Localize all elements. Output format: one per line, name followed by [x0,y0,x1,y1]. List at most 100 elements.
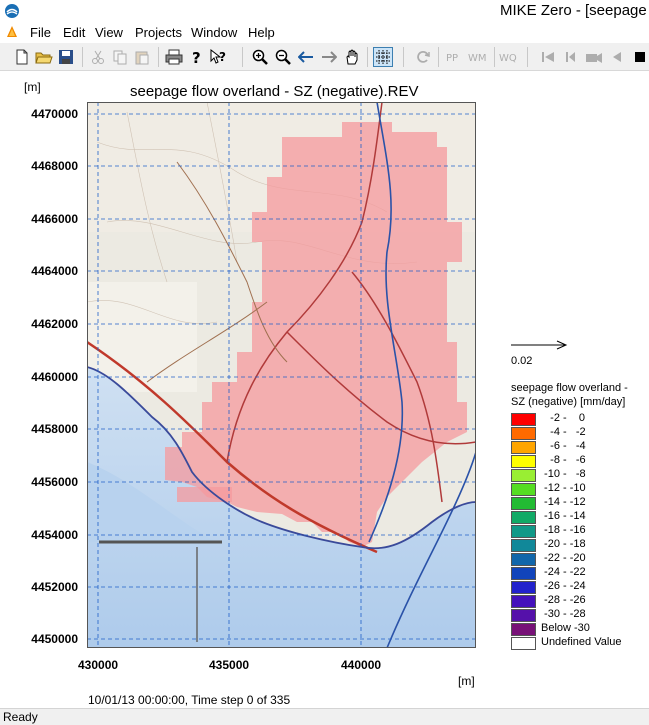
y-tick-label: 4468000 [31,159,78,173]
toolbar-separator [403,47,404,67]
copy-icon[interactable] [110,47,130,67]
y-tick-label: 4462000 [31,317,78,331]
legend-swatch [511,581,536,594]
legend-label: -18 - -16 [541,524,586,536]
legend-swatch [511,609,536,622]
legend-label: -2 - 0 [541,412,586,424]
svg-text:WQ: WQ [499,53,517,64]
hand-icon[interactable] [342,47,362,67]
toolbar-separator [242,47,243,67]
time-step-label: 10/01/13 00:00:00, Time step 0 of 335 [88,693,291,707]
legend-swatch [511,455,536,468]
y-tick-label: 4450000 [31,632,78,646]
legend-subtitle: SZ (negative) [mm/day] [511,396,626,408]
toolbar-separator [158,47,159,67]
y-tick-label: 4460000 [31,370,78,384]
legend-swatch [511,413,536,426]
plot-title: seepage flow overland - SZ (negative).RE… [130,83,419,100]
y-axis-unit: [m] [24,80,41,94]
legend-label: -24 - -22 [541,566,586,578]
toolbar-separator [527,47,528,67]
legend-label: -22 - -20 [541,552,586,564]
legend-swatch [511,497,536,510]
y-tick-label: 4454000 [31,528,78,542]
vector-scale-arrow [511,340,568,350]
y-tick-label: 4464000 [31,264,78,278]
legend-label: -28 - -26 [541,594,586,606]
open-folder-icon[interactable] [34,47,54,67]
previous-frame-icon[interactable] [561,47,581,67]
toolbar-separator [438,47,439,67]
legend-swatch [511,469,536,482]
toolbar-separator [367,47,368,67]
paste-icon[interactable] [132,47,152,67]
title-bar: MIKE Zero - [seepage f [0,0,649,22]
legend-label: -10 - -8 [541,468,586,480]
play-back-icon[interactable] [607,47,627,67]
zoom-next-icon[interactable] [319,47,339,67]
window-title: MIKE Zero - [seepage f [500,2,649,19]
document-icon[interactable] [5,25,19,39]
menu-window[interactable]: Window [191,25,237,40]
menu-edit[interactable]: Edit [63,25,85,40]
legend-label: Undefined Value [541,636,622,648]
help-icon[interactable]: ? [186,47,206,67]
vector-scale-value: 0.02 [511,355,533,367]
legend-swatch [511,595,536,608]
menu-bar: File Edit View Projects Window Help [0,22,649,43]
legend-swatch [511,525,536,538]
svg-text:PP: PP [446,53,458,64]
printer-icon[interactable] [164,47,184,67]
svg-text:?: ? [192,49,201,65]
legend-label: -26 - -24 [541,580,586,592]
menu-projects[interactable]: Projects [135,25,182,40]
map-area[interactable] [87,102,476,648]
legend-swatch [511,553,536,566]
y-tick-label: 4456000 [31,475,78,489]
y-tick-label: 4452000 [31,580,78,594]
x-tick-label: 440000 [341,658,382,672]
legend-swatch [511,567,536,580]
legend-swatch [511,441,536,454]
legend-label: -8 - -6 [541,454,586,466]
svg-text:WM: WM [468,53,487,64]
context-help-icon[interactable]: ? [208,47,228,67]
y-tick-label: 4458000 [31,422,78,436]
save-icon[interactable] [56,47,76,67]
cut-icon[interactable] [88,47,108,67]
menu-view[interactable]: View [95,25,123,40]
legend-label: -14 - -12 [541,496,586,508]
legend-label: -12 - -10 [541,482,586,494]
legend-swatch [511,623,536,636]
status-bar: Ready [0,708,649,725]
legend-swatch [511,511,536,524]
legend-swatch [511,427,536,440]
stop-icon[interactable] [630,47,649,67]
legend-swatch [511,483,536,496]
status-text: Ready [3,710,38,724]
legend-label: -30 - -28 [541,608,586,620]
movie-icon[interactable] [584,47,604,67]
grid-icon[interactable] [373,47,393,67]
zoom-previous-icon[interactable] [296,47,316,67]
zoom-out-icon[interactable] [273,47,293,67]
wq-icon[interactable]: WQ [499,47,519,67]
legend-label: -4 - -2 [541,426,586,438]
plot-canvas: [m] seepage flow overland - SZ (negative… [0,72,649,708]
refresh-icon[interactable] [413,47,433,67]
first-frame-icon[interactable] [538,47,558,67]
mike-zero-app-icon[interactable] [4,3,20,19]
pp-icon[interactable]: PP [445,47,465,67]
menu-file[interactable]: File [30,25,51,40]
x-tick-label: 430000 [78,658,119,672]
legend-label: -6 - -4 [541,440,586,452]
menu-help[interactable]: Help [248,25,275,40]
x-axis-unit: [m] [458,674,475,688]
legend-label: Below -30 [541,622,590,634]
x-tick-label: 435000 [209,658,250,672]
wm-icon[interactable]: WM [468,47,488,67]
zoom-in-icon[interactable] [250,47,270,67]
legend-label: -20 - -18 [541,538,586,550]
new-file-icon[interactable] [12,47,32,67]
y-tick-label: 4466000 [31,212,78,226]
